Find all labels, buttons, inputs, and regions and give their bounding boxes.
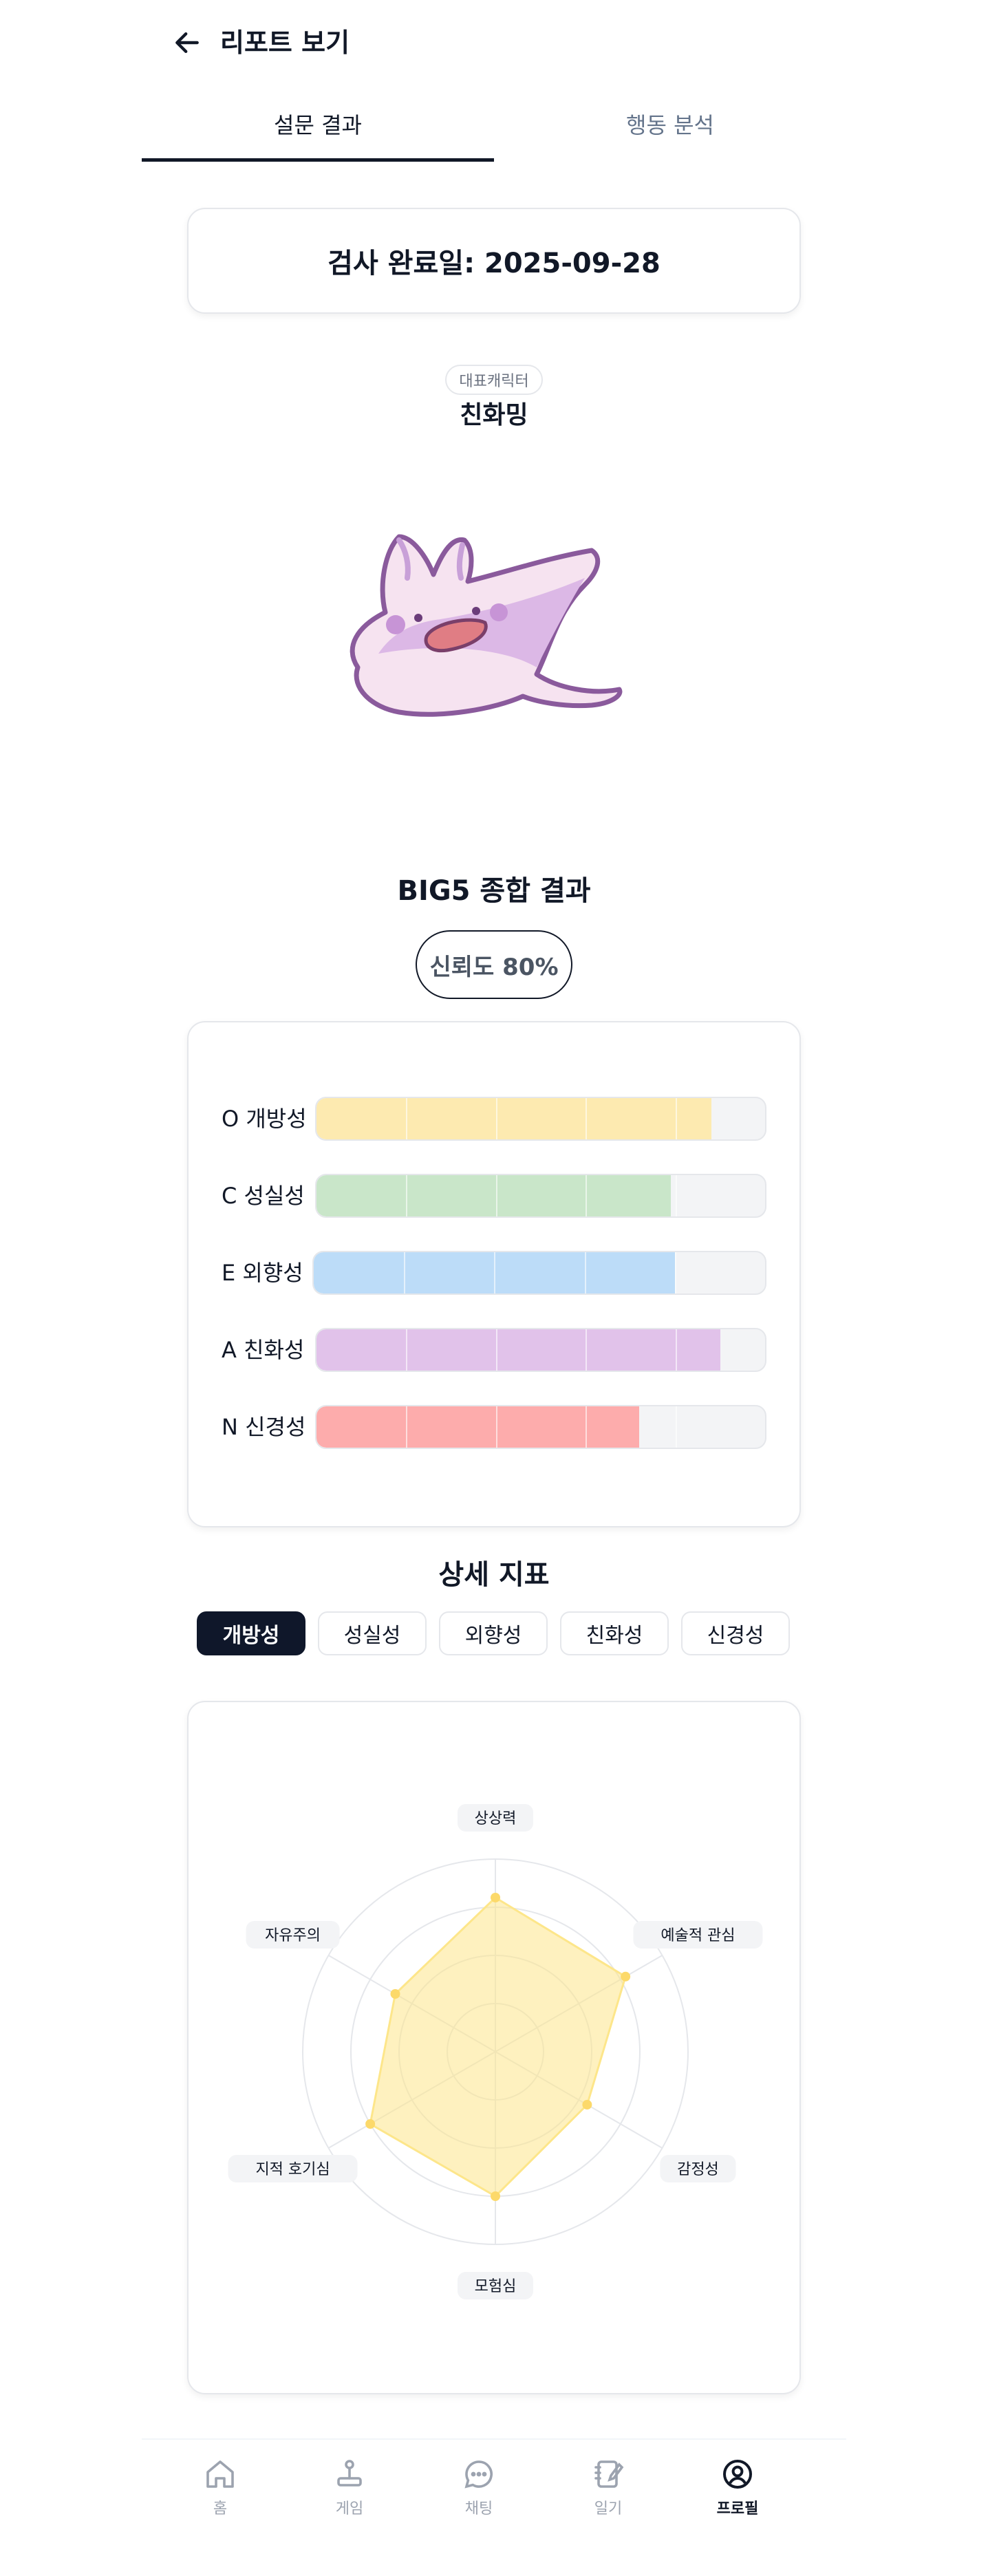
nav-label: 홈 — [213, 2500, 228, 2518]
bar-gridline — [675, 1406, 677, 1448]
bar-gridline — [675, 1098, 677, 1139]
trait-row-extraversion: E 외향성 — [189, 1251, 802, 1295]
profile-icon — [723, 2460, 752, 2489]
nav-label: 채팅 — [464, 2500, 493, 2518]
radar-data-point — [365, 2119, 376, 2129]
nav-label: 프로필 — [716, 2500, 759, 2518]
radar-axis-label: 자유주의 — [265, 1927, 321, 1944]
trait-bar-track — [315, 1328, 766, 1372]
radar-data-point — [491, 2191, 500, 2201]
completion-date-card: 검사 완료일: 2025-09-28 — [187, 208, 801, 314]
bar-gridline — [406, 1098, 408, 1139]
trait-bar-fill — [316, 1175, 672, 1216]
bar-gridline — [674, 1252, 676, 1294]
bar-gridline — [586, 1329, 588, 1371]
bar-gridline — [675, 1175, 677, 1216]
tab-bar: 설문 결과 행동 분석 — [142, 85, 846, 162]
character-name: 친화밍 — [460, 401, 528, 429]
trait-bar-fill — [316, 1329, 720, 1371]
bar-gridline — [406, 1175, 408, 1216]
trait-label: E 외향성 — [222, 1260, 303, 1286]
radar-axis-label: 감정성 — [677, 2161, 719, 2178]
radar-axis-label: 예술적 관심 — [661, 1927, 735, 1944]
bar-gridline — [495, 1329, 497, 1371]
nav-chat[interactable]: 채팅 — [414, 2440, 544, 2536]
trait-bar-track — [312, 1251, 766, 1295]
bar-gridline — [586, 1406, 588, 1448]
trait-bar-track — [315, 1405, 766, 1449]
bar-gridline — [494, 1252, 496, 1294]
nav-label: 게임 — [335, 2500, 364, 2518]
active-tab-indicator — [142, 158, 494, 162]
bar-gridline — [495, 1175, 497, 1216]
reliability-badge: 신뢰도 80% — [416, 930, 572, 999]
trait-row-conscientiousness: C 성실성 — [189, 1174, 802, 1218]
trait-label: C 성실성 — [222, 1183, 305, 1209]
chip-extraversion[interactable]: 외향성 — [439, 1611, 548, 1655]
chip-agreeableness[interactable]: 친화성 — [560, 1611, 669, 1655]
bar-gridline — [406, 1406, 408, 1448]
radar-data-point — [621, 1971, 631, 1982]
radar-axis-label: 지적 호기심 — [255, 2161, 330, 2178]
trait-bar-fill — [316, 1098, 711, 1139]
bottom-nav: 홈 게임 채팅 일기 프로필 — [142, 2440, 846, 2536]
big5-section-title: BIG5 종합 결과 — [397, 875, 591, 907]
radar-data-point — [491, 1893, 500, 1902]
radar-axis-label: 상상력 — [475, 1810, 517, 1827]
nav-profile[interactable]: 프로필 — [673, 2440, 802, 2536]
joystick-icon — [337, 2460, 362, 2487]
radar-axis-label: 모험심 — [475, 2278, 517, 2295]
big5-bars-card: O 개방성 C 성실성 E 외향성 A 친화성 N 신경성 — [187, 1021, 801, 1527]
home-icon — [206, 2460, 234, 2488]
detail-section-title: 상세 지표 — [438, 1559, 550, 1591]
page-title: 리포트 보기 — [220, 28, 350, 58]
chip-neuroticism[interactable]: 신경성 — [681, 1611, 790, 1655]
radar-series-area — [369, 1896, 627, 2198]
notebook-icon — [594, 2460, 624, 2488]
chat-icon — [464, 2460, 493, 2489]
nav-diary[interactable]: 일기 — [544, 2440, 673, 2536]
radar-chart: 상상력예술적 관심감정성모험심 지적 호기심 자유주의 — [228, 1804, 763, 2299]
trait-label: A 친화성 — [222, 1337, 305, 1363]
trait-row-openness: O 개방성 — [189, 1097, 802, 1141]
radar-chart-card: 상상력예술적 관심감정성모험심 지적 호기심 자유주의 — [187, 1701, 801, 2394]
trait-row-neuroticism: N 신경성 — [189, 1405, 802, 1449]
bar-gridline — [584, 1252, 586, 1294]
trait-label: N 신경성 — [222, 1414, 306, 1440]
app-header: 리포트 보기 — [142, 0, 846, 85]
tab-survey-results[interactable]: 설문 결과 — [142, 85, 494, 162]
nav-home[interactable]: 홈 — [155, 2440, 285, 2536]
nav-game[interactable]: 게임 — [285, 2440, 414, 2536]
bar-gridline — [675, 1329, 677, 1371]
trait-label: O 개방성 — [222, 1106, 307, 1132]
back-button[interactable] — [162, 18, 212, 67]
radar-data-point — [582, 2100, 592, 2110]
radar-data-point — [390, 1989, 400, 1999]
arrow-left-icon — [175, 32, 199, 54]
character-illustration — [350, 534, 623, 717]
completion-date-text: 검사 완료일: 2025-09-28 — [327, 248, 661, 279]
trait-bar-fill — [316, 1406, 640, 1448]
trait-bar-track — [315, 1174, 766, 1218]
bar-gridline — [495, 1406, 497, 1448]
trait-row-agreeableness: A 친화성 — [189, 1328, 802, 1372]
trait-bar-track — [315, 1097, 766, 1141]
chip-conscientiousness[interactable]: 성실성 — [318, 1611, 427, 1655]
tab-behavior-analysis[interactable]: 행동 분석 — [494, 85, 846, 162]
bar-gridline — [404, 1252, 406, 1294]
bar-gridline — [406, 1329, 408, 1371]
chip-openness[interactable]: 개방성 — [197, 1611, 305, 1655]
bar-gridline — [495, 1098, 497, 1139]
bar-gridline — [586, 1175, 588, 1216]
bar-gridline — [586, 1098, 588, 1139]
nav-label: 일기 — [594, 2500, 623, 2518]
character-badge: 대표캐릭터 — [445, 365, 543, 395]
